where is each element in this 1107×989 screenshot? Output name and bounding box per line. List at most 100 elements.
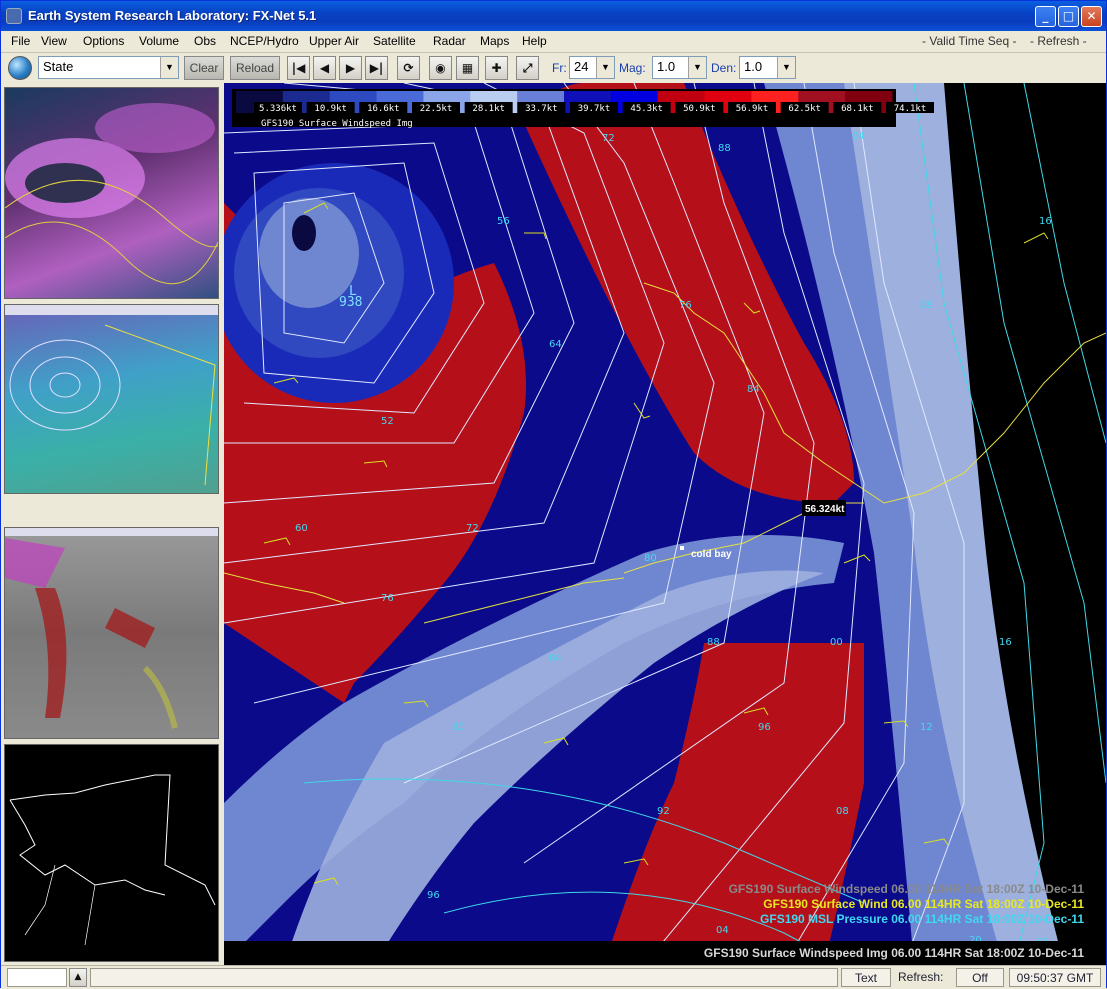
zoom-icon[interactable]: ⤢	[516, 56, 539, 80]
minimize-button[interactable]: _	[1035, 6, 1056, 27]
app-icon	[6, 8, 22, 24]
chevron-down-icon[interactable]: ▼	[777, 57, 795, 78]
loop-icon[interactable]: ⟳	[397, 56, 420, 80]
isobar-label: 80	[452, 722, 465, 733]
map-canvas[interactable]: L 938 72 88 04 16 56 76 08 64 84 52 60 7…	[224, 83, 1106, 965]
legend-tick-label: 50.9kt	[683, 104, 716, 114]
status-bar: ▲ Text Refresh: Off 09:50:37 GMT	[1, 965, 1106, 989]
density-value: 1.0	[744, 59, 763, 74]
thumbnail-satellite[interactable]	[4, 527, 219, 739]
frame-count-value: 24	[574, 59, 589, 74]
thumbnail-heights[interactable]	[4, 304, 219, 494]
refresh-menu-button[interactable]: - Refresh -	[1030, 34, 1087, 48]
menu-bar: File View Options Volume Obs NCEP/Hydro …	[1, 31, 1106, 53]
isobar-label: 96	[427, 890, 440, 901]
main-map[interactable]: L 938 72 88 04 16 56 76 08 64 84 52 60 7…	[224, 83, 1106, 965]
status-input[interactable]	[7, 968, 67, 987]
legend-tick-label: 10.9kt	[314, 104, 347, 114]
menu-obs[interactable]: Obs	[194, 34, 216, 48]
bottom-caption: GFS190 Surface Windspeed Img 06.00 114HR…	[704, 946, 1084, 960]
clear-button[interactable]: Clear	[184, 56, 224, 80]
maximize-button[interactable]: □	[1058, 6, 1079, 27]
menu-satellite[interactable]: Satellite	[373, 34, 416, 48]
sample-icon[interactable]: ✚	[485, 56, 508, 80]
chevron-down-icon[interactable]: ▼	[160, 57, 178, 78]
chevron-down-icon[interactable]: ▼	[596, 57, 614, 78]
low-center-light	[259, 198, 359, 308]
product-label-pressure: GFS190 MSL Pressure 06.00 114HR Sat 18:0…	[760, 912, 1084, 926]
frame-count-select[interactable]: 24 ▼	[569, 56, 615, 79]
legend-tick-label: 16.6kt	[367, 104, 400, 114]
isobar-label: 04	[852, 131, 865, 142]
isobar-label: 84	[747, 384, 760, 395]
last-frame-icon[interactable]: ▶|	[365, 56, 388, 80]
isobar-label: 76	[381, 593, 394, 604]
product-label-windspeed: GFS190 Surface Windspeed 06.00 114HR Sat…	[729, 882, 1085, 896]
density-select[interactable]: 1.0 ▼	[739, 56, 796, 79]
legend-tick-label: 74.1kt	[894, 104, 927, 114]
globe-icon[interactable]	[8, 56, 32, 80]
isobar-label: 64	[549, 339, 562, 350]
menu-radar[interactable]: Radar	[433, 34, 466, 48]
isobar-label: 80	[644, 553, 657, 564]
isobar-label: 08	[836, 806, 849, 817]
scale-select[interactable]: State ▼	[38, 56, 179, 79]
isobar-label: 88	[718, 143, 731, 154]
next-frame-icon[interactable]: ▶	[339, 56, 362, 80]
animate-icon[interactable]: ◉	[429, 56, 452, 80]
first-frame-icon[interactable]: |◀	[287, 56, 310, 80]
chevron-up-icon[interactable]: ▲	[69, 968, 87, 987]
low-center-core	[292, 215, 316, 251]
status-message	[90, 968, 838, 987]
legend-tick-label: 56.9kt	[736, 104, 769, 114]
chevron-down-icon[interactable]: ▼	[688, 57, 706, 78]
isobar-label: 88	[707, 637, 720, 648]
isobar-label: 00	[830, 637, 843, 648]
thumbnail-panel	[1, 83, 223, 965]
menu-file[interactable]: File	[11, 34, 30, 48]
low-marker-value: 938	[339, 295, 362, 310]
frame-label: Fr:	[552, 61, 567, 75]
menu-maps[interactable]: Maps	[480, 34, 509, 48]
menu-options[interactable]: Options	[83, 34, 124, 48]
product-label-wind: GFS190 Surface Wind 06.00 114HR Sat 18:0…	[763, 897, 1084, 911]
menu-help[interactable]: Help	[522, 34, 547, 48]
isobar-label: 12	[920, 722, 933, 733]
close-button[interactable]: ✕	[1081, 6, 1102, 27]
app-window: Earth System Research Laboratory: FX-Net…	[0, 0, 1107, 989]
menu-view[interactable]: View	[41, 34, 67, 48]
isobar-label: 76	[679, 300, 692, 311]
station-label: cold bay	[691, 549, 732, 560]
menu-upper-air[interactable]: Upper Air	[309, 34, 359, 48]
isobar-label: 52	[381, 416, 394, 427]
legend-tick-label: 62.5kt	[788, 104, 821, 114]
reload-button[interactable]: Reload	[230, 56, 280, 80]
window-title: Earth System Research Laboratory: FX-Net…	[28, 8, 317, 23]
text-button[interactable]: Text	[841, 968, 891, 987]
thumbnail-precip[interactable]	[4, 87, 219, 299]
clock: 09:50:37 GMT	[1009, 968, 1101, 987]
legend-tick-label: 45.3kt	[630, 104, 663, 114]
legend-tick-label: 33.7kt	[525, 104, 558, 114]
isobar-label: 84	[549, 653, 562, 664]
refresh-toggle[interactable]: Off	[956, 968, 1004, 987]
sample-readout: 56.324kt	[805, 504, 845, 515]
isobar-label: 04	[716, 925, 729, 936]
menu-volume[interactable]: Volume	[139, 34, 179, 48]
thumbnail-outline-map[interactable]	[4, 744, 219, 962]
menu-ncep-hydro[interactable]: NCEP/Hydro	[230, 34, 299, 48]
scale-select-value: State	[43, 59, 74, 74]
legend-tick-label: 39.7kt	[578, 104, 611, 114]
color-table-icon[interactable]: ▦	[456, 56, 479, 80]
density-label: Den:	[711, 61, 737, 75]
legend-tick-label: 5.336kt	[259, 104, 297, 114]
prev-frame-icon[interactable]: ◀	[313, 56, 336, 80]
title-bar[interactable]: Earth System Research Laboratory: FX-Net…	[1, 1, 1106, 31]
refresh-label: Refresh:	[898, 970, 944, 984]
isobar-label: 16	[999, 637, 1012, 648]
magnification-select[interactable]: 1.0 ▼	[652, 56, 707, 79]
isobar-label: 56	[497, 216, 510, 227]
magnification-label: Mag:	[619, 61, 646, 75]
station-dot	[680, 546, 684, 550]
valid-time-seq-button[interactable]: - Valid Time Seq -	[922, 34, 1016, 48]
